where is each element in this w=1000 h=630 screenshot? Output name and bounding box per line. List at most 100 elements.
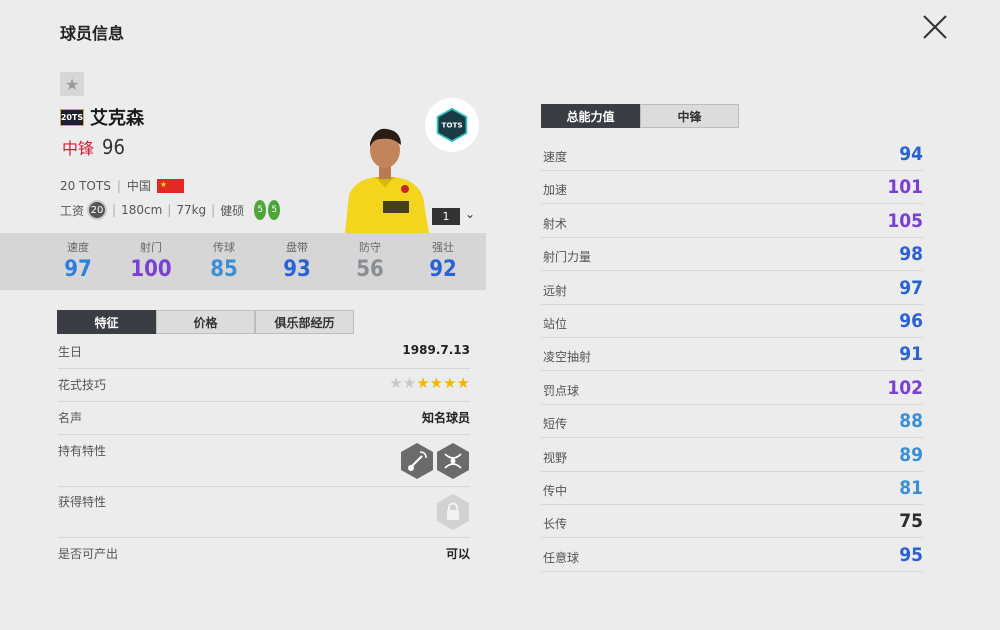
attribute-label: 短传 — [543, 417, 568, 432]
right-foot-badge: 5 — [268, 200, 281, 220]
attribute-value: 101 — [887, 176, 923, 199]
trait-dribble-icon[interactable] — [436, 442, 470, 480]
tradable-row: 是否可产出 可以 — [58, 545, 470, 569]
attribute-row: 远射 97 — [541, 272, 923, 305]
season-label: 20 TOTS — [60, 178, 111, 193]
attribute-row: 凌空抽射 91 — [541, 338, 923, 372]
enhance-level[interactable]: 1 — [432, 208, 460, 225]
left-foot-badge: 5 — [254, 200, 267, 220]
skill-label: 花式技巧 — [58, 378, 107, 392]
player-photo — [345, 128, 429, 233]
main-stat-label: 防守 — [359, 241, 381, 254]
china-flag-icon — [156, 178, 184, 193]
birthday-row: 生日 1989.7.13 — [58, 343, 470, 369]
lock-icon — [437, 494, 469, 530]
tradable-label: 是否可产出 — [58, 547, 119, 561]
attribute-row: 短传 88 — [541, 405, 923, 439]
fame-label: 名声 — [58, 411, 83, 425]
attribute-label: 射门力量 — [543, 250, 592, 265]
right-tabs: 总能力值 中锋 — [541, 104, 739, 128]
chevron-down-icon[interactable]: ⌄ — [465, 207, 475, 221]
main-stat-label: 射门 — [140, 241, 162, 254]
birthday-value: 1989.7.13 — [402, 343, 470, 357]
main-stat: 防守 56 — [340, 239, 400, 282]
main-stat-value: 97 — [64, 257, 92, 282]
tradable-value: 可以 — [445, 547, 470, 561]
attribute-value: 89 — [899, 443, 923, 466]
attribute-label: 传中 — [543, 484, 568, 498]
attribute-label: 任意球 — [543, 550, 580, 565]
main-stat-label: 速度 — [67, 241, 89, 254]
trait-shooting-icon[interactable] — [400, 442, 434, 480]
attribute-value: 105 — [887, 209, 923, 232]
attribute-row: 任意球 95 — [541, 539, 923, 572]
main-stat-value: 93 — [283, 257, 311, 282]
player-position: 中锋 — [62, 139, 95, 158]
main-stat-value: 56 — [356, 257, 384, 282]
star-filled-icon: ★ — [456, 374, 470, 392]
main-stat-label: 强壮 — [432, 241, 454, 254]
star-filled-icon: ★ — [443, 374, 457, 392]
main-stat-value: 85 — [210, 257, 238, 282]
attribute-value: 75 — [899, 510, 923, 533]
tab[interactable]: 俱乐部经历 — [255, 310, 354, 334]
tots-badge: TOTS — [425, 98, 479, 152]
fame-row: 名声 知名球员 — [58, 409, 470, 435]
attribute-row: 长传 75 — [541, 505, 923, 539]
tab[interactable]: 价格 — [156, 310, 255, 334]
page-title: 球员信息 — [60, 24, 125, 43]
player-info-season: 20 TOTS | 中国 — [60, 177, 184, 194]
attribute-value: 102 — [887, 376, 923, 399]
star-filled-icon: ★ — [429, 374, 444, 392]
attribute-label: 罚点球 — [543, 383, 580, 398]
attribute-row: 视野 89 — [541, 439, 923, 472]
physique-value: 健硕 — [220, 203, 245, 218]
main-stat-label: 盘带 — [286, 241, 308, 254]
traits-row: 持有特性 — [58, 442, 470, 487]
main-stat-label: 传球 — [213, 241, 235, 254]
main-stat: 强壮 92 — [413, 239, 473, 282]
attribute-value: 98 — [899, 243, 923, 266]
birthday-label: 生日 — [58, 345, 83, 359]
close-icon[interactable] — [920, 12, 950, 42]
main-stats-bar: 速度 97 射门 100 传球 85 盘带 93 防守 56 强壮 92 — [0, 233, 486, 290]
attribute-value: 88 — [899, 410, 923, 433]
main-stat: 射门 100 — [121, 239, 181, 282]
attribute-label: 长传 — [543, 517, 568, 532]
acquired-label: 获得特性 — [58, 495, 107, 509]
attribute-label: 射术 — [543, 216, 568, 231]
attribute-row: 传中 81 — [541, 472, 923, 505]
tab[interactable]: 特征 — [57, 310, 156, 334]
attribute-value: 95 — [899, 543, 923, 566]
main-stat-value: 100 — [130, 257, 172, 282]
attribute-value: 96 — [899, 310, 923, 332]
attribute-label: 速度 — [543, 150, 568, 164]
attribute-label: 加速 — [543, 183, 568, 198]
attribute-label: 站位 — [543, 317, 568, 331]
traits-label: 持有特性 — [58, 444, 107, 458]
attribute-row: 速度 94 — [541, 138, 923, 171]
player-name: 艾克森 — [90, 108, 144, 129]
skill-row: 花式技巧 ★★★★★★ — [58, 374, 470, 402]
star-filled-icon: ★ — [416, 374, 430, 392]
player-overall: 96 — [102, 135, 125, 159]
favorite-star-icon[interactable]: ★ — [60, 72, 84, 96]
position-row: 中锋 96 — [62, 135, 125, 159]
star-empty-icon: ★ — [389, 374, 403, 392]
attribute-row: 罚点球 102 — [541, 372, 923, 405]
attribute-value: 91 — [899, 343, 923, 366]
main-stat: 速度 97 — [48, 239, 108, 282]
tab[interactable]: 总能力值 — [541, 104, 640, 128]
tab[interactable]: 中锋 — [640, 104, 739, 128]
player-name-row: 20TS 艾克森 — [60, 104, 144, 130]
salary-label: 工资 — [60, 203, 85, 218]
attribute-row: 站位 96 — [541, 305, 923, 338]
main-stat-value: 92 — [429, 257, 457, 282]
salary-badge: 20 — [87, 200, 108, 220]
attribute-value: 97 — [899, 276, 923, 299]
main-stat: 盘带 93 — [267, 239, 327, 282]
left-tabs: 特征 价格 俱乐部经历 — [57, 310, 354, 334]
attribute-row: 射门力量 98 — [541, 238, 923, 272]
height-value: 180cm — [121, 203, 163, 217]
attribute-row: 射术 105 — [541, 205, 923, 238]
